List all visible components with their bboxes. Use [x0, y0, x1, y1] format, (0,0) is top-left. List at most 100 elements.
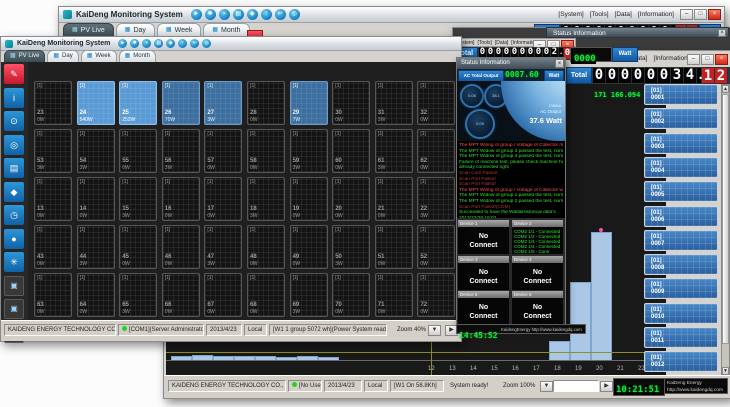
- lock-icon[interactable]: ▪: [219, 9, 230, 20]
- panel-cell[interactable]: [1]300W: [332, 81, 370, 125]
- panel-cell[interactable]: [1]183W: [247, 177, 285, 221]
- panel-cell[interactable]: [1]230W: [34, 81, 72, 125]
- channel-button[interactable]: [01]0008: [644, 254, 718, 275]
- tab-day[interactable]: ▦Day: [47, 50, 78, 62]
- mid-vendor-link[interactable]: KaidengEnergy http://www.kaidengdq.com: [501, 327, 582, 332]
- menu-item-tools[interactable]: [Tools]: [590, 11, 609, 18]
- panel-cell[interactable]: [1]550W: [119, 129, 157, 173]
- help-icon[interactable]: ◎: [202, 39, 211, 48]
- gear-icon[interactable]: ✱: [130, 39, 139, 48]
- scroll-thumb[interactable]: [722, 94, 729, 344]
- channel-button[interactable]: [01]0012: [644, 351, 718, 372]
- mid-watt-unit-button[interactable]: Watt: [612, 47, 638, 62]
- advance-icon[interactable]: ▶: [600, 381, 613, 392]
- help-icon[interactable]: ◎: [289, 9, 300, 20]
- panel-cell[interactable]: [1]430W: [34, 225, 72, 269]
- panel-cell[interactable]: [1]450W: [119, 225, 157, 269]
- channel-button[interactable]: [01]0011: [644, 327, 718, 348]
- panel-cell[interactable]: [1]460W: [162, 225, 200, 269]
- play-icon[interactable]: ►: [191, 9, 202, 20]
- panel-cell[interactable]: [1]593W: [290, 129, 328, 173]
- tab-week[interactable]: ▦Week: [81, 50, 117, 62]
- panel-cell[interactable]: [1]160W: [162, 177, 200, 221]
- panel-cell[interactable]: [1]480W: [247, 225, 285, 269]
- panel-cell[interactable]: [1]563W: [162, 129, 200, 173]
- menu-item-data[interactable]: [Data]: [615, 11, 632, 18]
- tab-week[interactable]: ▦Week: [157, 23, 201, 37]
- undo-icon[interactable]: ↩: [275, 9, 286, 20]
- panel-cell[interactable]: [1]680W: [247, 273, 285, 317]
- panel-cell[interactable]: [1]2670W: [162, 81, 200, 125]
- layout-icon[interactable]: ▤: [154, 39, 163, 48]
- panel-cell[interactable]: [1]280W: [247, 81, 285, 125]
- tab-pv-live[interactable]: ▦PV Live: [63, 23, 114, 37]
- undo-icon[interactable]: ↩: [190, 39, 199, 48]
- device-cell[interactable]: Device 5NoConnect: [458, 291, 509, 325]
- channel-button[interactable]: [01]0007: [644, 230, 718, 251]
- channel-button[interactable]: [01]0004: [644, 157, 718, 178]
- panel-cell[interactable]: [1]200W: [332, 177, 370, 221]
- panel-cell[interactable]: [1]273W: [204, 81, 242, 125]
- scroll-up-icon[interactable]: ▲: [722, 85, 729, 93]
- tab-month[interactable]: ▦Month: [119, 50, 156, 62]
- panel-cell[interactable]: [1]570W: [204, 129, 242, 173]
- panel-cell[interactable]: [1]190W: [290, 177, 328, 221]
- panel-cell[interactable]: [1]153W: [119, 177, 157, 221]
- target-icon[interactable]: ◎: [4, 135, 24, 155]
- mid-close-icon[interactable]: ×: [718, 29, 726, 37]
- panel-cell[interactable]: [1]600W: [332, 129, 370, 173]
- edit-icon[interactable]: ✎: [4, 64, 24, 84]
- tab-pv-live[interactable]: ▦PV Live: [4, 50, 45, 62]
- layout-icon[interactable]: ▤: [233, 9, 244, 20]
- panel-cell[interactable]: [1]320W: [417, 81, 455, 125]
- device-cell[interactable]: Device 6NoConnect: [512, 291, 563, 325]
- channel-button[interactable]: [01]0001: [644, 84, 718, 105]
- panel-cell[interactable]: [1]710W: [375, 273, 413, 317]
- pin-icon[interactable]: ◆: [4, 182, 24, 202]
- channel-button[interactable]: [01]0002: [644, 108, 718, 129]
- panel-cell[interactable]: [1]520W: [417, 225, 455, 269]
- dialog-titlebar[interactable]: Status Information: [457, 58, 565, 69]
- panel-cell[interactable]: [1]693W: [290, 273, 328, 317]
- panel-cell[interactable]: [1]580W: [247, 129, 285, 173]
- tab-day[interactable]: ▦Day: [116, 23, 155, 37]
- chart-icon[interactable]: ◆: [166, 39, 175, 48]
- channel-scrollbar[interactable]: ▲ ▼: [721, 84, 730, 376]
- panel-cell[interactable]: [1]640W: [77, 273, 115, 317]
- panel-cell[interactable]: [1]313W: [375, 81, 413, 125]
- menu-item-tools[interactable]: [Tools]: [477, 40, 491, 46]
- play-icon[interactable]: ►: [118, 39, 127, 48]
- panel-cell[interactable]: [1]700W: [332, 273, 370, 317]
- panel-cell[interactable]: [1]543W: [77, 129, 115, 173]
- panel-cell[interactable]: [1]140W: [77, 177, 115, 221]
- maximize-icon[interactable]: □: [694, 9, 707, 20]
- zoom-dropdown-icon[interactable]: ▼: [428, 325, 441, 336]
- dialog-close-icon[interactable]: ×: [555, 59, 564, 68]
- menu-item-data[interactable]: [Data]: [495, 40, 508, 46]
- device-cell[interactable]: Device 1NoConnect: [458, 220, 509, 254]
- vendor-link[interactable]: KaiDeng Energy http://www.kaidengdq.com: [664, 378, 728, 394]
- channel-button[interactable]: [01]0010: [644, 303, 718, 324]
- panel-cell[interactable]: [1]490W: [290, 225, 328, 269]
- info-icon[interactable]: i: [4, 88, 24, 108]
- chart-icon[interactable]: ◆: [247, 9, 258, 20]
- zoom-dropdown-icon[interactable]: ▼: [540, 381, 553, 392]
- panel-cell[interactable]: [1]630W: [34, 273, 72, 317]
- device-cell[interactable]: Device 3NoConnect: [458, 256, 509, 290]
- channel-button[interactable]: [01]0005: [644, 181, 718, 202]
- menu-item-system[interactable]: [System]: [558, 11, 583, 18]
- globe-icon[interactable]: ●: [4, 229, 24, 249]
- pin-icon[interactable]: ↑: [178, 39, 187, 48]
- panel-cell[interactable]: [1]25252W: [119, 81, 157, 125]
- mid-titlebar[interactable]: Status Information ×: [546, 27, 729, 38]
- panel-cell[interactable]: [1]613W: [375, 129, 413, 173]
- panel-cell[interactable]: [1]210W: [375, 177, 413, 221]
- panel-cell[interactable]: [1]503W: [332, 225, 370, 269]
- back-titlebar[interactable]: KaiDeng Monitoring System ►✱▪▤◆↑↩◎ [Syst…: [59, 7, 724, 23]
- monitor-icon[interactable]: ▤: [4, 158, 24, 178]
- panel-cell[interactable]: [1]297W: [290, 81, 328, 125]
- panel-cell[interactable]: [1]24540W: [77, 81, 115, 125]
- device-cell[interactable]: Device 4NoConnect: [512, 256, 563, 290]
- panel-cell[interactable]: [1]653W: [119, 273, 157, 317]
- scroll-down-icon[interactable]: ▼: [722, 367, 729, 375]
